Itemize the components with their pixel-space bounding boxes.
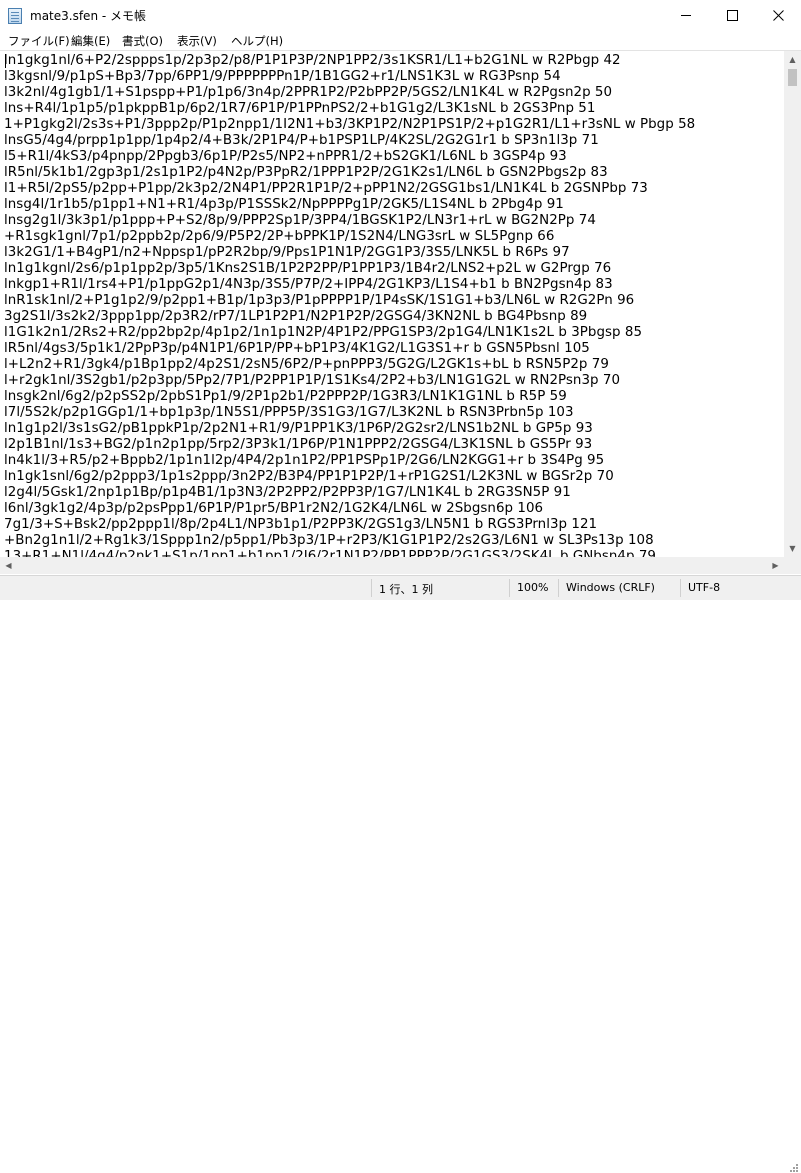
menu-edit[interactable]: 編集(E) — [71, 33, 110, 49]
maximize-button[interactable] — [709, 0, 755, 31]
menu-file[interactable]: ファイル(F) — [8, 33, 70, 49]
menu-bar: ファイル(F) 編集(E) 書式(O) 表示(V) ヘルプ(H) — [0, 31, 801, 50]
status-separator — [558, 579, 559, 597]
status-cursor-position: 1 行、1 列 — [379, 583, 433, 596]
text-caret — [5, 54, 6, 68]
scroll-right-icon[interactable]: ▶ — [767, 557, 784, 574]
maximize-icon — [726, 10, 738, 21]
close-icon — [772, 10, 784, 21]
status-encoding: UTF-8 — [688, 581, 721, 594]
scroll-down-icon[interactable]: ▼ — [784, 540, 801, 557]
window-title: mate3.sfen - メモ帳 — [30, 9, 147, 23]
text-editor[interactable]: ln1gkg1nl/6+P2/2sppps1p/2p3p2/p8/P1P1P3P… — [0, 50, 801, 576]
horizontal-scrollbar[interactable]: ◀ ▶ — [0, 557, 784, 574]
status-separator — [371, 579, 372, 597]
text-content[interactable]: ln1gkg1nl/6+P2/2sppps1p/2p3p2/p8/P1P1P3P… — [4, 52, 780, 561]
scroll-left-icon[interactable]: ◀ — [0, 557, 17, 574]
title-bar[interactable]: mate3.sfen - メモ帳 — [0, 0, 801, 31]
status-zoom: 100% — [517, 581, 549, 594]
notepad-app-icon[interactable] — [8, 8, 22, 24]
status-line-ending: Windows (CRLF) — [566, 581, 655, 594]
minimize-button[interactable] — [663, 0, 709, 31]
menu-help[interactable]: ヘルプ(H) — [231, 33, 283, 49]
vertical-scrollbar[interactable]: ▲ ▼ — [784, 51, 801, 557]
resize-grip-icon[interactable] — [789, 1163, 799, 1173]
minimize-icon — [681, 15, 691, 16]
scrollbar-corner — [784, 557, 801, 574]
close-button[interactable] — [755, 0, 801, 31]
status-separator — [680, 579, 681, 597]
notepad-window: mate3.sfen - メモ帳 ファイル(F) 編集(E) 書式(O) 表示(… — [0, 0, 801, 1172]
status-bar: 1 行、1 列 100% Windows (CRLF) UTF-8 — [0, 575, 801, 1172]
menu-view[interactable]: 表示(V) — [177, 33, 217, 49]
scroll-up-icon[interactable]: ▲ — [784, 51, 801, 68]
vertical-scroll-thumb[interactable] — [788, 69, 797, 86]
status-separator — [509, 579, 510, 597]
menu-format[interactable]: 書式(O) — [122, 33, 163, 49]
